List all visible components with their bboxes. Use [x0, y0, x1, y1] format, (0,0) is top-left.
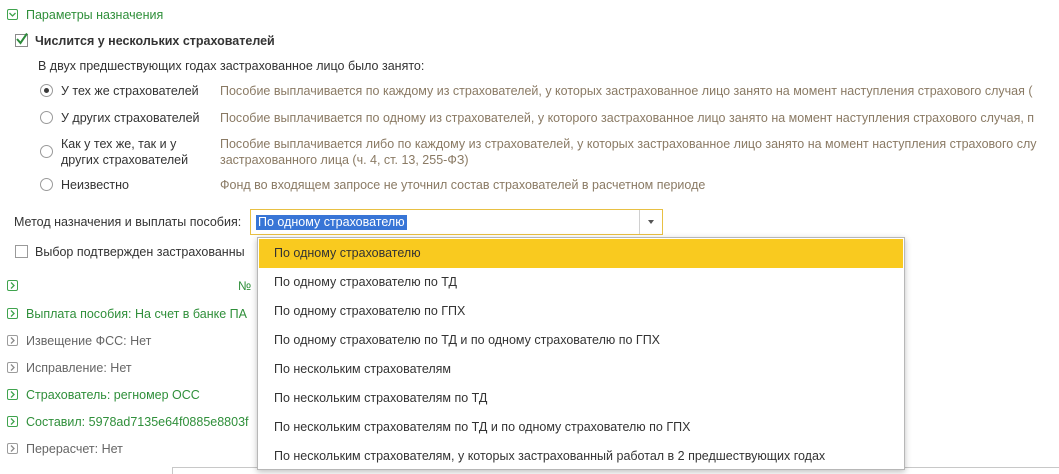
expand-author-toggle[interactable] [7, 416, 18, 427]
dropdown-option[interactable]: По одному страхователю по ТД и по одному… [259, 326, 903, 355]
checkmark-icon [16, 32, 28, 45]
radio-same-insurers-label[interactable]: У тех же страхователей [61, 84, 199, 98]
fss-notice-row[interactable]: Извещение ФСС: Нет [26, 334, 151, 348]
dropdown-arrow-icon [648, 220, 654, 224]
insurer-row[interactable]: Страхователь: регномер ОСС [26, 388, 200, 402]
radio-unknown[interactable] [40, 178, 53, 191]
chevron-right-icon [10, 418, 15, 425]
radio-same-insurers-desc: Пособие выплачивается по каждому из стра… [220, 84, 1033, 98]
radio-other-insurers-desc: Пособие выплачивается по одному из страх… [220, 111, 1035, 125]
dropdown-option[interactable]: По нескольким страхователям по ТД и по о… [259, 413, 903, 442]
payment-row[interactable]: Выплата пособия: На счет в банке ПА [26, 307, 247, 321]
chevron-down-icon [9, 12, 16, 17]
method-label: Метод назначения и выплаты пособия: [14, 215, 242, 229]
number-fragment: № [238, 279, 252, 293]
confirm-label[interactable]: Выбор подтвержден застрахованны [35, 245, 245, 259]
multiple-insurers-label[interactable]: Числится у нескольких страхователей [35, 34, 275, 48]
dropdown-option[interactable]: По нескольким страхователям, у которых з… [259, 442, 903, 471]
correction-row[interactable]: Исправление: Нет [26, 361, 132, 375]
radio-other-insurers-label[interactable]: У других страхователей [61, 111, 200, 125]
radio-both-insurers-desc-2: застрахованного лица (ч. 4, ст. 13, 255-… [220, 153, 469, 167]
method-select-dropdown-button[interactable] [639, 210, 662, 234]
method-select-value[interactable]: По одному страхователю [256, 215, 407, 230]
expand-fss-toggle[interactable] [7, 335, 18, 346]
method-select[interactable]: По одному страхователю [250, 209, 663, 235]
radio-unknown-desc: Фонд во входящем запросе не уточнил сост… [220, 178, 706, 192]
expand-insurer-toggle[interactable] [7, 389, 18, 400]
dropdown-option[interactable]: По одному страхователю [259, 239, 903, 268]
dropdown-option[interactable]: По нескольким страхователям [259, 355, 903, 384]
expand-recalc-toggle[interactable] [7, 443, 18, 454]
radio-selected-dot [44, 88, 49, 93]
prev-years-caption: В двух предшествующих годах застрахованн… [38, 59, 425, 73]
dropdown-option[interactable]: По одному страхователю по ГПХ [259, 297, 903, 326]
chevron-right-icon [10, 445, 15, 452]
dropdown-option[interactable]: По нескольким страхователям по ТД [259, 384, 903, 413]
multiple-insurers-checkbox[interactable] [15, 32, 28, 47]
expand-number-toggle[interactable] [7, 280, 18, 291]
radio-both-insurers-label-2[interactable]: других страхователей [61, 153, 188, 167]
recalc-row[interactable]: Перерасчет: Нет [26, 442, 123, 456]
chevron-right-icon [10, 310, 15, 317]
dropdown-option[interactable]: По одному страхователю по ТД [259, 268, 903, 297]
radio-same-insurers[interactable] [40, 84, 53, 97]
section-title[interactable]: Параметры назначения [26, 8, 163, 22]
expand-correction-toggle[interactable] [7, 362, 18, 373]
expand-payment-toggle[interactable] [7, 308, 18, 319]
radio-both-insurers-desc-1: Пособие выплачивается либо по каждому из… [220, 137, 1037, 151]
section-collapse-toggle[interactable] [7, 9, 18, 20]
radio-unknown-label[interactable]: Неизвестно [61, 178, 129, 192]
radio-both-insurers[interactable] [40, 145, 53, 158]
chevron-right-icon [10, 364, 15, 371]
radio-other-insurers[interactable] [40, 111, 53, 124]
chevron-right-icon [10, 391, 15, 398]
method-dropdown-list: По одному страхователю По одному страхов… [257, 237, 905, 470]
author-row[interactable]: Составил: 5978ad7135e64f0885e8803f [26, 415, 249, 429]
chevron-right-icon [10, 337, 15, 344]
chevron-right-icon [10, 282, 15, 289]
radio-both-insurers-label-1[interactable]: Как у тех же, так и у [61, 137, 176, 151]
confirm-checkbox[interactable] [15, 245, 28, 258]
